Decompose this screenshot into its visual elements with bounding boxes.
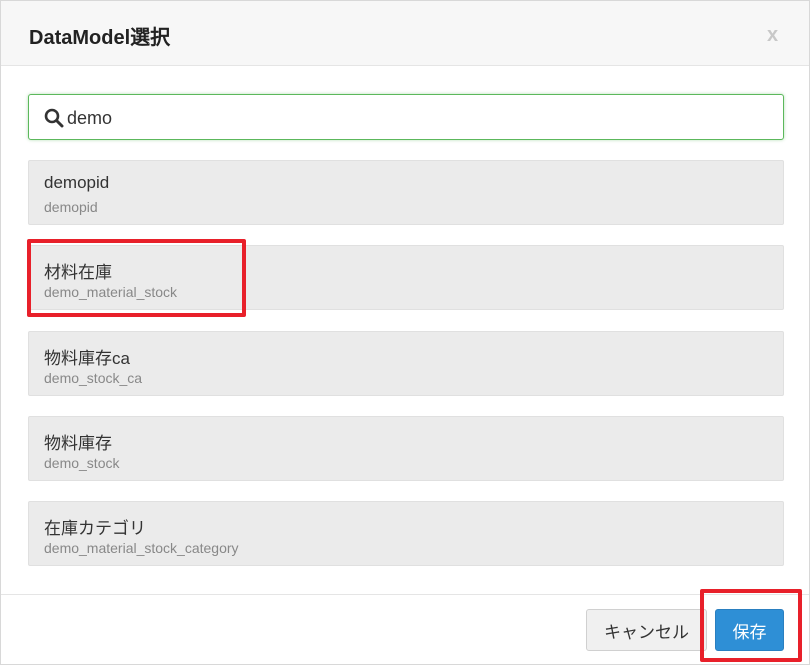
cancel-button[interactable]: キャンセル [586, 609, 707, 651]
save-button[interactable]: 保存 [715, 609, 784, 651]
list-item-demo-material-stock[interactable]: 材料在庫 demo_material_stock [28, 245, 784, 310]
search-icon [44, 108, 64, 128]
item-id: demopid [44, 199, 98, 215]
item-id: demo_stock [44, 455, 120, 471]
item-id: demo_stock_ca [44, 370, 143, 386]
list-item-demo-stock[interactable]: 物料庫存 demo_stock [28, 416, 784, 481]
datamodel-select-dialog: DataModel選択 x demopid demopid 材料在庫 demo_… [0, 0, 810, 665]
dialog-title: DataModel選択 [29, 27, 171, 49]
list-item-demo-stock-ca[interactable]: 物料庫存ca demo_stock_ca [28, 331, 784, 396]
dialog-footer: キャンセル 保存 [1, 594, 809, 664]
list-item-demopid[interactable]: demopid demopid [28, 160, 784, 225]
item-name: 材料在庫 [44, 263, 112, 282]
item-name: 在庫カテゴリ [44, 519, 146, 538]
item-id: demo_material_stock_category [44, 540, 239, 556]
dialog-header: DataModel選択 x [1, 1, 809, 66]
item-name: demopid [44, 173, 110, 192]
item-id: demo_material_stock [44, 284, 178, 300]
item-name: 物料庫存 [44, 434, 112, 453]
item-name: 物料庫存ca [44, 349, 130, 368]
close-button[interactable]: x [767, 24, 778, 46]
search-input[interactable] [67, 105, 767, 131]
search-box[interactable] [28, 94, 784, 140]
list-item-demo-material-stock-category[interactable]: 在庫カテゴリ demo_material_stock_category [28, 501, 784, 566]
